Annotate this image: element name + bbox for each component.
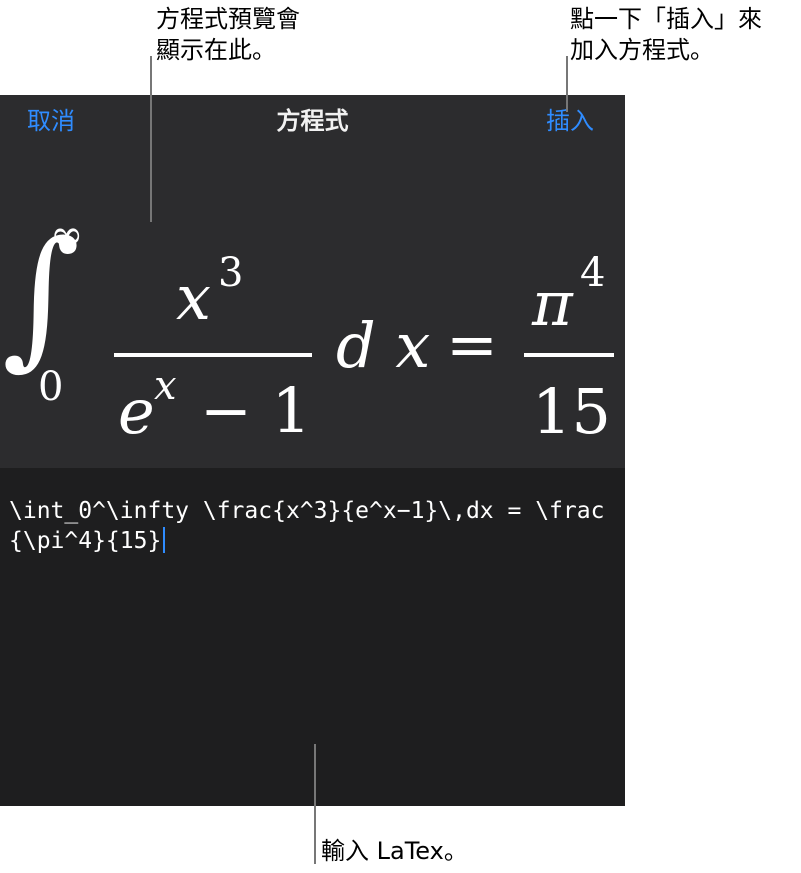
denominator-base: e (118, 375, 155, 448)
callout-insert-line1: 點一下「插入」來 (570, 5, 762, 33)
numerator-exponent: 3 (218, 250, 244, 296)
rhs-numerator-base: π (532, 267, 573, 340)
nav-bar: 取消 方程式 插入 (0, 95, 625, 147)
integral-lower-limit: 0 (38, 364, 64, 410)
insert-button[interactable]: 插入 (546, 103, 594, 139)
callout-preview: 方程式預覽會 顯示在此。 (156, 4, 300, 66)
callout-preview-line1: 方程式預覽會 (156, 5, 300, 33)
callout-latex: 輸入 LaTex。 (321, 837, 468, 865)
equation-editor-panel: 取消 方程式 插入 ∫ ∞ 0 x 3 e x − 1 d x = π 4 15… (0, 95, 625, 806)
latex-editor[interactable]: \int_0^\infty \frac{x^3}{e^x−1}\,dx = \f… (0, 468, 625, 806)
text-caret (163, 527, 166, 553)
nav-title: 方程式 (276, 107, 349, 135)
fraction-bar (114, 353, 312, 357)
rhs-fraction-bar (524, 353, 614, 357)
leader-line-preview (150, 56, 152, 222)
rhs-denominator: 15 (532, 375, 611, 448)
latex-input[interactable]: \int_0^\infty \frac{x^3}{e^x−1}\,dx = \f… (9, 496, 621, 556)
leader-line-insert (566, 56, 568, 112)
integral-upper-limit: ∞ (50, 212, 84, 258)
denominator-rest: − 1 (200, 374, 312, 447)
equals-sign: = (446, 308, 498, 381)
callout-insert: 點一下「插入」來 加入方程式。 (570, 4, 762, 66)
equation-preview: ∫ ∞ 0 x 3 e x − 1 d x = π 4 15 (0, 147, 625, 468)
differential: d x (336, 309, 431, 382)
callout-preview-line2: 顯示在此。 (156, 36, 276, 64)
rhs-numerator-exponent: 4 (580, 250, 606, 296)
numerator-base: x (176, 261, 211, 334)
leader-line-latex (314, 744, 316, 864)
denominator-exponent: x (154, 363, 177, 409)
callout-insert-line2: 加入方程式。 (570, 36, 714, 64)
latex-text: \int_0^\infty \frac{x^3}{e^x−1}\,dx = \f… (9, 498, 605, 554)
